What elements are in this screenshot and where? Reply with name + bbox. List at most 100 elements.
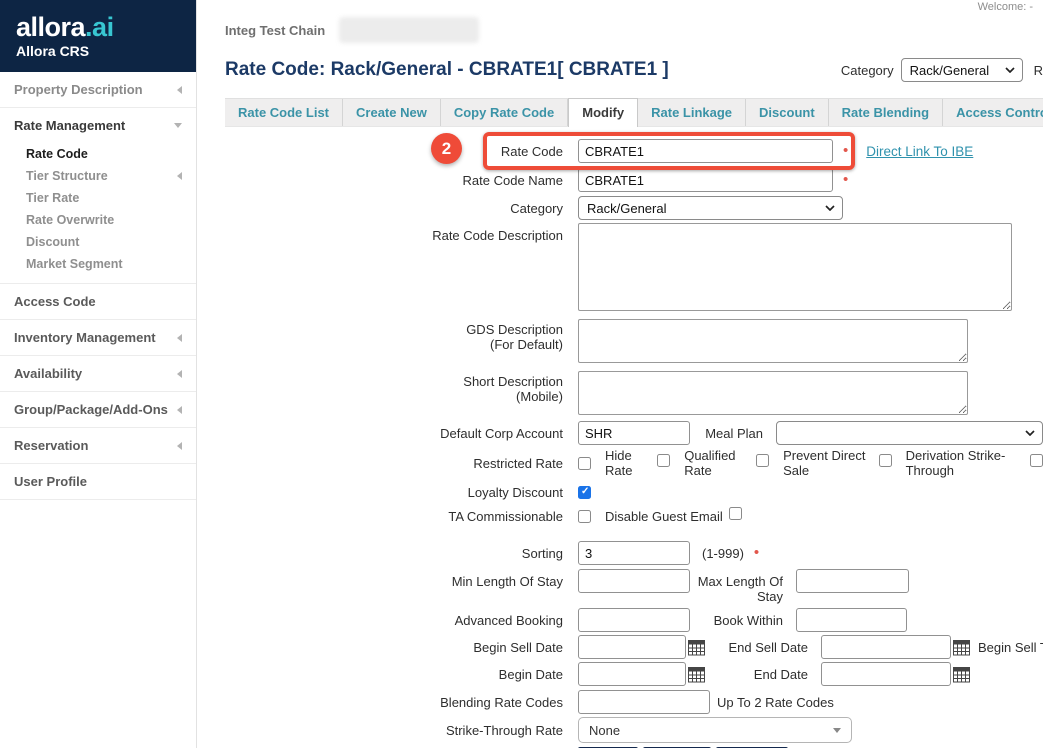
sidebar-item-property-description[interactable]: Property Description: [0, 72, 196, 108]
tab-discount[interactable]: Discount: [746, 99, 829, 126]
tab-create-new[interactable]: Create New: [343, 99, 441, 126]
logo-accent: .ai: [85, 12, 114, 42]
rate-code-form: 2 Rate Code • Direct Link To IBE Rate Co…: [197, 127, 1043, 748]
category-select[interactable]: Rack/General: [578, 196, 843, 220]
chevron-down-icon: [174, 123, 182, 128]
default-corp-account-input[interactable]: [578, 421, 690, 445]
sidebar-item-inventory-management[interactable]: Inventory Management: [0, 320, 196, 356]
hide-rate-checkbox[interactable]: [657, 454, 670, 467]
calendar-icon[interactable]: [953, 666, 970, 683]
loyalty-discount-checkbox[interactable]: [578, 486, 591, 499]
meal-plan-select[interactable]: [776, 421, 1043, 445]
rate-code-name-input[interactable]: [578, 168, 833, 192]
rate-code-label: Rate Code: [225, 144, 578, 159]
begin-sell-date-input[interactable]: [578, 635, 686, 659]
book-within-input[interactable]: [796, 608, 907, 632]
allora-logo: allora.ai: [16, 12, 180, 42]
prevent-direct-sale-label: Prevent Direct Sale: [783, 448, 873, 478]
tab-copy-rate-code[interactable]: Copy Rate Code: [441, 99, 568, 126]
sidebar: allora.ai Allora CRS Property Descriptio…: [0, 0, 197, 748]
tab-rate-code-list[interactable]: Rate Code List: [225, 99, 343, 126]
sidebar-item-tier-structure[interactable]: Tier Structure: [0, 165, 196, 187]
sidebar-item-rate-code[interactable]: Rate Code: [0, 143, 196, 165]
tab-rate-linkage[interactable]: Rate Linkage: [638, 99, 746, 126]
chevron-left-icon: [177, 86, 182, 94]
prevent-direct-sale-checkbox[interactable]: [879, 454, 892, 467]
derivation-strike-through-checkbox[interactable]: [1030, 454, 1043, 467]
end-date-input[interactable]: [821, 662, 951, 686]
sidebar-item-access-code[interactable]: Access Code: [0, 284, 196, 320]
chain-header: Integ Test Chain: [197, 0, 1043, 44]
sidebar-item-label: Discount: [26, 235, 79, 249]
tab-bar: Rate Code List Create New Copy Rate Code…: [225, 98, 1043, 127]
default-corp-account-label: Default Corp Account: [225, 426, 578, 441]
corp-account-meal-plan-row: Default Corp Account Meal Plan: [225, 421, 1043, 445]
rate-code-input[interactable]: [578, 139, 833, 163]
strike-through-rate-row: Strike-Through Rate None: [225, 717, 1043, 743]
chevron-down-icon: [1005, 67, 1015, 73]
rate-code-description-textarea[interactable]: [578, 223, 1012, 311]
min-length-of-stay-input[interactable]: [578, 569, 690, 593]
blending-rate-codes-input[interactable]: [578, 690, 710, 714]
rate-code-name-label: Rate Code Name: [225, 173, 578, 188]
disable-guest-email-label: Disable Guest Email: [605, 509, 723, 524]
disable-guest-email-checkbox[interactable]: [729, 507, 742, 520]
tab-rate-blending[interactable]: Rate Blending: [829, 99, 943, 126]
redacted-property-name: [339, 17, 479, 43]
dropdown-arrow-icon: [833, 728, 841, 733]
chevron-down-icon: [825, 205, 835, 211]
loyalty-discount-label: Loyalty Discount: [225, 485, 578, 500]
product-name: Allora CRS: [16, 43, 180, 59]
sidebar-item-market-segment[interactable]: Market Segment: [0, 253, 196, 275]
calendar-icon[interactable]: [688, 666, 705, 683]
short-description-sublabel: (Mobile): [225, 389, 563, 404]
sidebar-item-rate-management[interactable]: Rate Management: [0, 108, 196, 143]
advanced-booking-input[interactable]: [578, 608, 690, 632]
qualified-rate-checkbox[interactable]: [756, 454, 769, 467]
rate-code-description-label: Rate Code Description: [225, 223, 578, 243]
sidebar-item-availability[interactable]: Availability: [0, 356, 196, 392]
sidebar-item-user-profile[interactable]: User Profile: [0, 464, 196, 500]
sorting-input[interactable]: [578, 541, 690, 565]
begin-date-input[interactable]: [578, 662, 686, 686]
sidebar-item-tier-rate[interactable]: Tier Rate: [0, 187, 196, 209]
ta-commissionable-row: TA Commissionable Disable Guest Email: [225, 509, 1043, 524]
required-marker: •: [754, 548, 759, 558]
sidebar-item-label: Property Description: [14, 82, 143, 97]
sidebar-item-group-package-addons[interactable]: Group/Package/Add-Ons: [0, 392, 196, 428]
gds-description-sublabel: (For Default): [225, 337, 563, 352]
end-sell-date-input[interactable]: [821, 635, 951, 659]
direct-link-to-ibe[interactable]: Direct Link To IBE: [866, 144, 973, 159]
date-row: Begin Date End Date: [225, 662, 1043, 686]
tab-modify[interactable]: Modify: [568, 98, 638, 127]
restricted-rate-checkbox[interactable]: [578, 457, 591, 470]
sorting-hint: (1-999): [702, 546, 744, 561]
book-within-label: Book Within: [690, 613, 796, 628]
category-header-select[interactable]: Rack/General: [901, 58, 1023, 82]
sidebar-item-label: Group/Package/Add-Ons: [14, 402, 168, 417]
calendar-icon[interactable]: [953, 639, 970, 656]
category-value: Rack/General: [587, 201, 825, 216]
logo-text: allora: [16, 12, 85, 42]
max-length-of-stay-input[interactable]: [796, 569, 909, 593]
sidebar-item-label: Tier Rate: [26, 191, 79, 205]
blending-rate-codes-label: Blending Rate Codes: [225, 695, 578, 710]
ta-commissionable-label: TA Commissionable: [225, 509, 578, 524]
strike-through-rate-value: None: [589, 723, 833, 738]
sidebar-item-label: Availability: [14, 366, 82, 381]
hide-rate-label: Hide Rate: [605, 448, 651, 478]
ta-commissionable-checkbox[interactable]: [578, 510, 591, 523]
sidebar-item-label: Rate Management: [14, 118, 125, 133]
sidebar-item-rate-overwrite[interactable]: Rate Overwrite: [0, 209, 196, 231]
short-description-textarea[interactable]: [578, 371, 968, 415]
strike-through-rate-select[interactable]: None: [578, 717, 852, 743]
sidebar-item-reservation[interactable]: Reservation: [0, 428, 196, 464]
tab-access-control[interactable]: Access Control: [943, 99, 1043, 126]
sidebar-item-discount[interactable]: Discount: [0, 231, 196, 253]
rate-code-description-row: Rate Code Description: [225, 223, 1043, 311]
gds-description-textarea[interactable]: [578, 319, 968, 363]
main-content: Welcome: - Integ Test Chain Rate Code: R…: [197, 0, 1043, 748]
end-date-label: End Date: [705, 667, 821, 682]
required-marker: •: [843, 175, 848, 185]
calendar-icon[interactable]: [688, 639, 705, 656]
